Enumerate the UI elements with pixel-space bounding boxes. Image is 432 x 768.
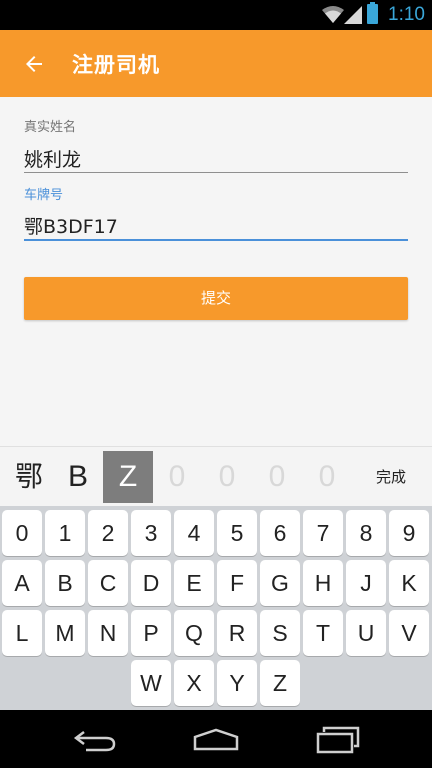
key-6[interactable]: 6 [260, 510, 300, 556]
key-p[interactable]: P [131, 610, 171, 656]
plate-label: 车牌号 [24, 188, 64, 203]
key-x[interactable]: X [174, 660, 214, 706]
status-time: 1:10 [388, 4, 425, 25]
key-s[interactable]: S [260, 610, 300, 656]
key-n[interactable]: N [88, 610, 128, 656]
key-u[interactable]: U [346, 610, 386, 656]
plate-slot-empty[interactable]: 0 [252, 451, 302, 503]
key-z[interactable]: Z [260, 660, 300, 706]
key-q[interactable]: Q [174, 610, 214, 656]
signal-icon [344, 6, 362, 24]
plate-slot-empty[interactable]: 0 [302, 451, 352, 503]
key-t[interactable]: T [303, 610, 343, 656]
name-label: 真实姓名 [24, 120, 77, 135]
key-a[interactable]: A [2, 560, 42, 606]
key-d[interactable]: D [131, 560, 171, 606]
key-w[interactable]: W [131, 660, 171, 706]
key-j[interactable]: J [346, 560, 386, 606]
key-2[interactable]: 2 [88, 510, 128, 556]
back-nav-icon[interactable] [72, 728, 118, 752]
key-7[interactable]: 7 [303, 510, 343, 556]
recents-nav-icon[interactable] [314, 726, 362, 754]
page-title: 注册司机 [72, 53, 160, 77]
name-field[interactable]: 姚利龙 [24, 145, 81, 172]
key-g[interactable]: G [260, 560, 300, 606]
wifi-icon [322, 6, 344, 23]
key-8[interactable]: 8 [346, 510, 386, 556]
key-v[interactable]: V [389, 610, 429, 656]
done-button[interactable]: 完成 [366, 447, 416, 507]
key-f[interactable]: F [217, 560, 257, 606]
key-r[interactable]: R [217, 610, 257, 656]
key-k[interactable]: K [389, 560, 429, 606]
plate-slot-province[interactable]: 鄂 [4, 451, 54, 503]
key-4[interactable]: 4 [174, 510, 214, 556]
submit-button[interactable]: 提交 [24, 277, 408, 320]
key-9[interactable]: 9 [389, 510, 429, 556]
plate-slot-city[interactable]: B [53, 451, 103, 503]
key-l[interactable]: L [2, 610, 42, 656]
back-arrow-icon[interactable] [22, 52, 46, 76]
plate-slot-empty[interactable]: 0 [152, 451, 202, 503]
name-field-underline [24, 172, 408, 173]
key-0[interactable]: 0 [2, 510, 42, 556]
key-3[interactable]: 3 [131, 510, 171, 556]
key-b[interactable]: B [45, 560, 85, 606]
register-form: 真实姓名 姚利龙 车牌号 鄂B3DF17 提交 [0, 97, 432, 446]
key-1[interactable]: 1 [45, 510, 85, 556]
plate-input-strip: 鄂 B Z 0 0 0 0 完成 [0, 446, 432, 506]
key-5[interactable]: 5 [217, 510, 257, 556]
app-bar: 注册司机 [0, 30, 432, 97]
plate-field-underline [24, 239, 408, 241]
key-h[interactable]: H [303, 560, 343, 606]
navigation-bar [0, 710, 432, 768]
key-c[interactable]: C [88, 560, 128, 606]
plate-slot-empty[interactable]: 0 [202, 451, 252, 503]
key-e[interactable]: E [174, 560, 214, 606]
plate-keyboard: 鄂 B Z 0 0 0 0 完成 0123456789ABCDEFGHJKLMN… [0, 446, 432, 710]
key-y[interactable]: Y [217, 660, 257, 706]
battery-icon [367, 2, 378, 24]
status-bar: 1:10 [0, 0, 432, 30]
key-m[interactable]: M [45, 610, 85, 656]
home-nav-icon[interactable] [192, 728, 240, 752]
plate-field[interactable]: 鄂B3DF17 [24, 212, 118, 239]
plate-slot-active[interactable]: Z [103, 451, 153, 503]
